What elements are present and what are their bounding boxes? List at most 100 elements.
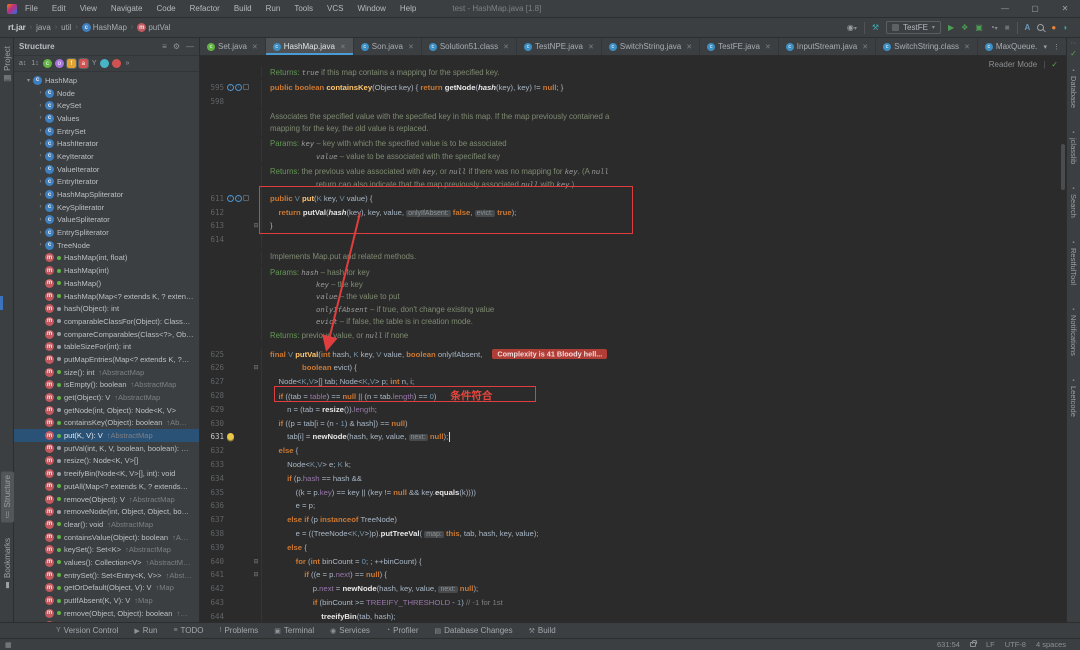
fold-marker[interactable]: ⊟	[252, 571, 260, 578]
structure-item[interactable]: ›cKeySet	[14, 99, 199, 112]
scroll-to-source-icon[interactable]: ≡	[162, 42, 167, 51]
breadcrumb-item[interactable]: mputVal	[137, 23, 170, 32]
editor-doc-line[interactable]: evict – if false, the table is in creati…	[200, 315, 1066, 327]
menu-item-view[interactable]: View	[80, 4, 97, 13]
editor-doc-line[interactable]: mapping for the key, the old value is re…	[200, 122, 1066, 134]
editor-code-line[interactable]: 613⊟}	[200, 219, 1066, 233]
code-editor[interactable]: Reader Mode|✓ Returns: true if this map …	[200, 56, 1066, 622]
line-content[interactable]: evict – if false, the table is in creati…	[262, 317, 473, 326]
line-content[interactable]: Implements Map.put and related methods.	[262, 252, 416, 261]
editor-code-line[interactable]: 628 if ((tab = table) == null || (n = ta…	[200, 389, 1066, 403]
editor-code-line[interactable]: 612 return putVal(hash(key), key, value,…	[200, 205, 1066, 219]
line-content[interactable]: Node<K,V>[] tab; Node<K,V> p; int n, i;	[262, 377, 414, 386]
line-content[interactable]: if ((p = tab[i = (n - 1) & hash]) == nul…	[262, 419, 408, 428]
line-content[interactable]: key – the key	[262, 280, 363, 289]
chevron-icon[interactable]: ›	[36, 153, 45, 159]
editor-code-line[interactable]: 629 n = (tab = resize()).length;	[200, 402, 1066, 416]
tool-button-version-control[interactable]: YVersion Control	[56, 626, 118, 635]
tool-button-run[interactable]: ▶Run	[134, 626, 157, 635]
editor-code-line[interactable]: 639 else {	[200, 540, 1066, 554]
tab-close-icon[interactable]: ✕	[252, 43, 258, 51]
structure-item[interactable]: mputAll(Map<? extends K, ? extends…	[14, 480, 199, 493]
structure-item[interactable]: mclear(): void↑AbstractMap	[14, 518, 199, 531]
structure-item[interactable]: mremoveNode(int, Object, Object, bo…	[14, 505, 199, 518]
structure-item[interactable]: mtreeifyBin(Node<K, V>[], int): void	[14, 467, 199, 480]
structure-item[interactable]: ›cEntrySpliterator	[14, 226, 199, 239]
line-content[interactable]: if (p.hash == hash &&	[262, 474, 362, 483]
structure-item[interactable]: ›cEntryIterator	[14, 176, 199, 189]
tool-button-problems[interactable]: !Problems	[220, 626, 259, 635]
filter-icon[interactable]: Y	[91, 60, 98, 67]
tool-button-services[interactable]: ◉Services	[330, 626, 370, 635]
show-classes-icon[interactable]: c	[43, 59, 52, 68]
editor-code-line[interactable]: 637 else if (p instanceof TreeNode)	[200, 513, 1066, 527]
chevron-icon[interactable]: ›	[36, 192, 45, 198]
tool-button-search[interactable]: ▪Search	[1069, 186, 1078, 218]
line-content[interactable]: Returns: previous value, or null if none	[262, 331, 408, 340]
editor-tab[interactable]: cTestFE.java✕	[700, 38, 779, 55]
user-icon[interactable]: ◉▾	[847, 23, 857, 32]
breadcrumb-item[interactable]: util	[61, 23, 71, 32]
editor-doc-line[interactable]: value – the value to put	[200, 291, 1066, 303]
structure-item[interactable]: mkeySet(): Set<K>↑AbstractMap	[14, 543, 199, 556]
menu-item-code[interactable]: Code	[156, 4, 175, 13]
doc-render-toggle-icon[interactable]	[243, 84, 249, 90]
run-icon[interactable]: ▶	[948, 23, 954, 32]
tab-close-icon[interactable]: ✕	[408, 43, 414, 51]
tool-button-jclasslib[interactable]: ▪jclasslib	[1069, 130, 1078, 164]
debug-icon[interactable]: ❖	[961, 23, 968, 32]
structure-item[interactable]: mputVal(int, K, V, boolean, boolean): …	[14, 442, 199, 455]
breadcrumb-item[interactable]: rt.jar	[8, 23, 26, 32]
menu-item-run[interactable]: Run	[266, 4, 281, 13]
editor-code-line[interactable]: 611↑↓public V put(K key, V value) {	[200, 191, 1066, 205]
editor-code-line[interactable]: 641⊟ if ((e = p.next) == null) {	[200, 568, 1066, 582]
line-content[interactable]: Params: key – key with which the specifi…	[262, 139, 507, 148]
line-content[interactable]: onlyIfAbsent – if true, don't change exi…	[262, 305, 494, 314]
editor-code-line[interactable]: 625final V putVal(int hash, K key, V val…	[200, 347, 1066, 361]
editor-tab[interactable]: cMaxQueue.class✕	[978, 38, 1038, 55]
editor-code-line[interactable]: 614	[200, 233, 1066, 247]
line-content[interactable]: public V put(K key, V value) {	[262, 194, 372, 203]
editor-tab[interactable]: cInputStream.java✕	[779, 38, 876, 55]
structure-item[interactable]: mgetNode(int, Object): Node<K, V>	[14, 404, 199, 417]
editor-tab[interactable]: cHashMap.java✕	[266, 38, 354, 55]
structure-item[interactable]: ▾cHashMap	[14, 74, 199, 87]
tool-button-database-changes[interactable]: ▤Database Changes	[435, 626, 513, 635]
reader-mode-toggle[interactable]: Reader Mode|✓	[989, 60, 1058, 69]
tool-button-profiler[interactable]: ◔Profiler	[386, 626, 419, 635]
editor-doc-line[interactable]: Returns: previous value, or null if none	[200, 329, 1066, 341]
show-fields-icon[interactable]: f	[67, 59, 76, 68]
tool-button-leetcode[interactable]: ▪Leetcode	[1069, 378, 1078, 417]
line-content[interactable]: for (int binCount = 0; ; ++binCount) {	[262, 557, 422, 566]
structure-item[interactable]: mputMapEntries(Map<? extends K, ?…	[14, 353, 199, 366]
structure-item[interactable]: mresize(): Node<K, V>[]	[14, 455, 199, 468]
tool-button-notifications[interactable]: ▪Notifications	[1069, 307, 1078, 356]
editor-code-line[interactable]: 627 Node<K,V>[] tab; Node<K,V> p; int n,…	[200, 375, 1066, 389]
editor-doc-line[interactable]: Associates the specified value with the …	[200, 110, 1066, 122]
maximize-button[interactable]: ▢	[1020, 4, 1050, 13]
line-content[interactable]: return can also indicate that the map pr…	[262, 180, 574, 189]
close-button[interactable]: ✕	[1050, 4, 1080, 13]
stop-icon[interactable]: ■	[1005, 23, 1010, 32]
fold-marker[interactable]: ⊟	[252, 222, 260, 229]
editor-code-line[interactable]: 630 if ((p = tab[i = (n - 1) & hash]) ==…	[200, 416, 1066, 430]
line-content[interactable]: Associates the specified value with the …	[262, 112, 609, 121]
minimize-button[interactable]: —	[990, 4, 1020, 13]
hide-icon[interactable]: —	[186, 42, 194, 51]
structure-item[interactable]: mremove(Object, Object): boolean↑…	[14, 607, 199, 620]
toggle-red-icon[interactable]	[112, 59, 121, 68]
editor-doc-line[interactable]: key – the key	[200, 278, 1066, 290]
chevron-icon[interactable]: ›	[36, 103, 45, 109]
chevron-icon[interactable]: ›	[36, 204, 45, 210]
chevron-icon[interactable]: ›	[36, 115, 45, 121]
indent-setting[interactable]: 4 spaces	[1036, 640, 1066, 649]
editor-tab[interactable]: cSet.java✕	[200, 38, 266, 55]
structure-item[interactable]: msize(): int↑AbstractMap	[14, 366, 199, 379]
chevron-icon[interactable]: ›	[36, 242, 45, 248]
line-content[interactable]: value – value to be associated with the …	[262, 152, 500, 161]
overrides-icon[interactable]: ↑	[227, 84, 234, 91]
overrides-icon[interactable]: ↑	[227, 195, 234, 202]
chevron-icon[interactable]: ▾	[24, 77, 33, 84]
menu-item-vcs[interactable]: VCS	[327, 4, 343, 13]
tab-close-icon[interactable]: ✕	[588, 43, 594, 51]
